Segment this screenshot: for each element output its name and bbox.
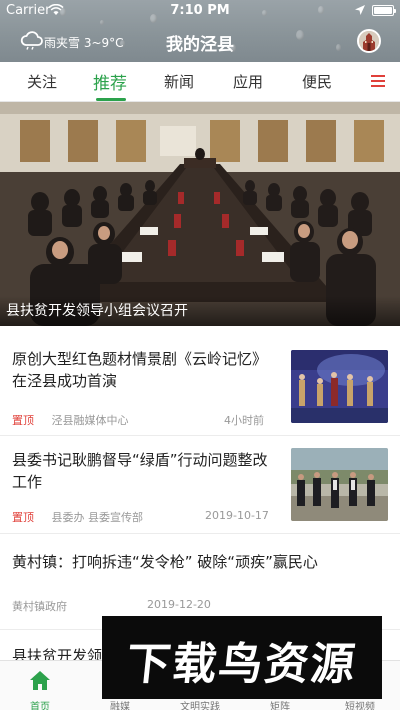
inspection-group-photo (291, 448, 388, 521)
hero-caption-overlay: 县扶贫开发领导小组会议召开 (0, 296, 400, 326)
news-time: 4小时前 (224, 414, 264, 427)
news-title: 原创大型红色题材情景剧《云岭记忆》在泾县成功首演 (12, 350, 268, 390)
pinned-tag: 置顶 (12, 414, 34, 427)
tabbar-label: 首页 (30, 702, 50, 710)
home-icon (30, 671, 50, 690)
stage-performance-photo (291, 350, 388, 423)
category-tabs: 关注 推荐 新闻 应用 便民 (0, 62, 400, 102)
watermark-overlay: 下载鸟资源 (102, 616, 382, 699)
news-list-item[interactable]: 原创大型红色题材情景剧《云岭记忆》在泾县成功首演 置顶 泾县融媒体中心 4小时前 (0, 326, 400, 436)
news-thumbnail (291, 350, 388, 423)
hero-banner[interactable]: 县扶贫开发领导小组会议召开 (0, 102, 400, 326)
news-title: 黄村镇：打响拆违“发令枪” 破除“顽疾”赢民心 (12, 553, 318, 571)
news-thumbnail (291, 448, 388, 521)
news-source: 黄村镇政府 (12, 600, 67, 613)
news-meta: 置顶 县委办 县委宣传部 (12, 509, 143, 525)
tabbar-label: 短视频 (345, 702, 375, 710)
tabbar-home[interactable]: 首页 (0, 661, 80, 710)
news-meta: 置顶 泾县融媒体中心 (12, 412, 129, 428)
tabbar-label: 文明实践 (180, 702, 220, 710)
watermark-text: 下载鸟资源 (123, 639, 360, 690)
hero-title: 县扶贫开发领导小组会议召开 (6, 303, 188, 319)
tabbar-label: 融媒 (110, 702, 130, 710)
pinned-tag: 置顶 (12, 511, 34, 524)
news-source: 县委办 县委宣传部 (51, 511, 144, 524)
tab-recommend[interactable]: 推荐 (93, 69, 127, 94)
tabbar-label: 矩阵 (270, 702, 290, 710)
news-time: 2019-10-17 (205, 509, 269, 522)
tab-news[interactable]: 新闻 (164, 71, 194, 92)
news-source: 泾县融媒体中心 (51, 414, 129, 427)
news-title: 县委书记耿鹏督导“绿盾”行动问题整改工作 (12, 451, 268, 491)
avatar[interactable] (357, 29, 381, 53)
app-header: Carrier 7:10 PM 雨夹雪 3~9°C 我的泾县 (0, 0, 400, 62)
tab-apps[interactable]: 应用 (233, 71, 263, 92)
active-tab-indicator (96, 98, 126, 101)
tab-services[interactable]: 便民 (302, 71, 332, 92)
menu-icon[interactable] (371, 75, 385, 88)
status-time: 7:10 PM (170, 3, 230, 18)
news-list-item[interactable]: 县委书记耿鹏督导“绿盾”行动问题整改工作 置顶 县委办 县委宣传部 2019-1… (0, 436, 400, 534)
news-time: 2019-12-20 (147, 598, 211, 611)
tab-follow[interactable]: 关注 (27, 71, 57, 92)
battery-icon (372, 5, 396, 16)
status-bar: Carrier 7:10 PM (0, 0, 400, 22)
avatar-image (359, 31, 379, 51)
page-title: 我的泾县 (166, 35, 234, 55)
meeting-photo (0, 102, 400, 326)
location-arrow-icon (355, 5, 365, 15)
